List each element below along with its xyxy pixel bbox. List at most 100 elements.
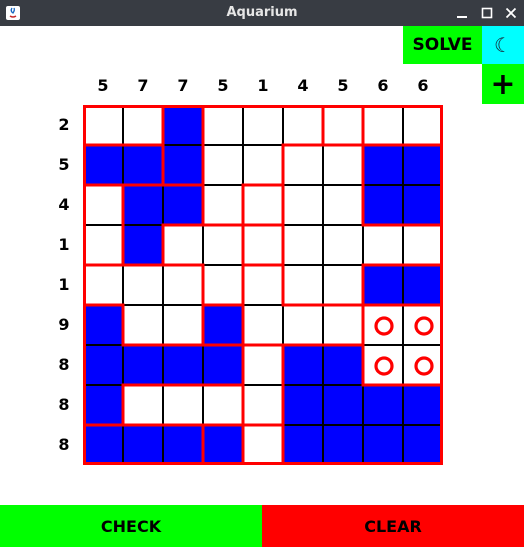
empty-cell[interactable] (243, 185, 283, 225)
row-clue: 8 (58, 395, 70, 414)
empty-cell[interactable] (243, 225, 283, 265)
air-marked-cell[interactable] (403, 305, 443, 345)
empty-cell[interactable] (283, 305, 323, 345)
water-cell[interactable] (403, 425, 443, 465)
air-marked-cell[interactable] (403, 345, 443, 385)
empty-cell[interactable] (243, 305, 283, 345)
plus-icon: + (490, 66, 516, 102)
empty-cell[interactable] (323, 185, 363, 225)
empty-cell[interactable] (163, 225, 203, 265)
water-cell[interactable] (363, 185, 403, 225)
aquarium-board (83, 105, 443, 465)
minimize-icon[interactable] (453, 4, 471, 22)
empty-cell[interactable] (163, 385, 203, 425)
water-cell[interactable] (163, 345, 203, 385)
column-clue: 6 (417, 76, 429, 95)
empty-cell[interactable] (323, 225, 363, 265)
column-clue: 6 (377, 76, 389, 95)
empty-cell[interactable] (123, 265, 163, 305)
water-cell[interactable] (323, 385, 363, 425)
empty-cell[interactable] (363, 105, 403, 145)
water-cell[interactable] (363, 145, 403, 185)
empty-cell[interactable] (283, 225, 323, 265)
solve-button[interactable]: SOLVE (403, 26, 482, 64)
row-clue: 8 (58, 355, 70, 374)
empty-cell[interactable] (323, 145, 363, 185)
column-clue: 4 (297, 76, 309, 95)
empty-cell[interactable] (283, 105, 323, 145)
water-cell[interactable] (403, 385, 443, 425)
empty-cell[interactable] (243, 145, 283, 185)
water-cell[interactable] (363, 265, 403, 305)
empty-cell[interactable] (203, 265, 243, 305)
water-cell[interactable] (123, 225, 163, 265)
water-cell[interactable] (403, 145, 443, 185)
close-icon[interactable] (502, 4, 520, 22)
empty-cell[interactable] (243, 425, 283, 465)
empty-cell[interactable] (203, 185, 243, 225)
empty-cell[interactable] (83, 225, 123, 265)
water-cell[interactable] (83, 425, 123, 465)
water-cell[interactable] (323, 345, 363, 385)
water-cell[interactable] (203, 345, 243, 385)
empty-cell[interactable] (203, 105, 243, 145)
water-cell[interactable] (283, 345, 323, 385)
water-cell[interactable] (83, 345, 123, 385)
water-cell[interactable] (403, 185, 443, 225)
water-cell[interactable] (83, 305, 123, 345)
water-cell[interactable] (203, 305, 243, 345)
water-cell[interactable] (203, 425, 243, 465)
water-cell[interactable] (163, 145, 203, 185)
empty-cell[interactable] (283, 145, 323, 185)
empty-cell[interactable] (363, 225, 403, 265)
empty-cell[interactable] (83, 265, 123, 305)
empty-cell[interactable] (123, 385, 163, 425)
empty-cell[interactable] (163, 305, 203, 345)
empty-cell[interactable] (203, 225, 243, 265)
water-cell[interactable] (403, 265, 443, 305)
empty-cell[interactable] (83, 185, 123, 225)
water-cell[interactable] (83, 385, 123, 425)
water-cell[interactable] (363, 385, 403, 425)
empty-cell[interactable] (283, 265, 323, 305)
water-cell[interactable] (283, 385, 323, 425)
row-clue: 1 (58, 275, 70, 294)
row-clue: 5 (58, 155, 70, 174)
empty-cell[interactable] (403, 105, 443, 145)
empty-cell[interactable] (243, 385, 283, 425)
maximize-icon[interactable] (478, 4, 496, 22)
check-button[interactable]: CHECK (0, 505, 262, 547)
water-cell[interactable] (123, 145, 163, 185)
air-marked-cell[interactable] (363, 305, 403, 345)
empty-cell[interactable] (283, 185, 323, 225)
clear-button[interactable]: CLEAR (262, 505, 524, 547)
water-cell[interactable] (123, 425, 163, 465)
water-cell[interactable] (163, 185, 203, 225)
air-mark-icon (414, 316, 434, 336)
empty-cell[interactable] (243, 105, 283, 145)
empty-cell[interactable] (323, 265, 363, 305)
empty-cell[interactable] (323, 305, 363, 345)
empty-cell[interactable] (403, 225, 443, 265)
water-cell[interactable] (163, 105, 203, 145)
theme-toggle-button[interactable]: ☾ (482, 26, 524, 64)
water-cell[interactable] (123, 345, 163, 385)
empty-cell[interactable] (163, 265, 203, 305)
water-cell[interactable] (363, 425, 403, 465)
new-puzzle-button[interactable]: + (482, 64, 524, 104)
empty-cell[interactable] (123, 105, 163, 145)
water-cell[interactable] (283, 425, 323, 465)
empty-cell[interactable] (323, 105, 363, 145)
water-cell[interactable] (163, 425, 203, 465)
empty-cell[interactable] (203, 145, 243, 185)
water-cell[interactable] (323, 425, 363, 465)
empty-cell[interactable] (243, 345, 283, 385)
empty-cell[interactable] (203, 385, 243, 425)
water-cell[interactable] (123, 185, 163, 225)
empty-cell[interactable] (243, 265, 283, 305)
water-cell[interactable] (83, 145, 123, 185)
empty-cell[interactable] (123, 305, 163, 345)
air-marked-cell[interactable] (363, 345, 403, 385)
empty-cell[interactable] (83, 105, 123, 145)
row-clue: 4 (58, 195, 70, 214)
